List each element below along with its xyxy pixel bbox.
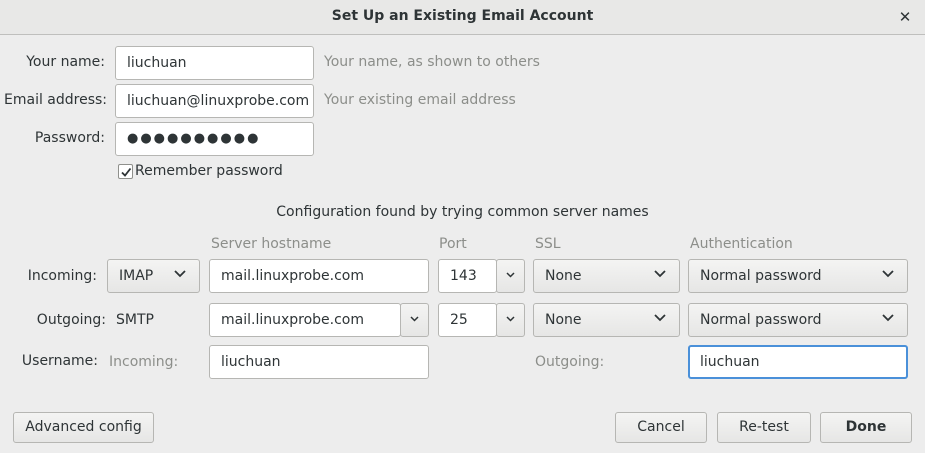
outgoing-hostname-dropdown-button[interactable] (400, 303, 429, 337)
checkmark-icon (121, 167, 132, 177)
chevron-down-icon (882, 304, 898, 336)
close-icon[interactable]: ✕ (895, 6, 915, 28)
cancel-button[interactable]: Cancel (615, 412, 707, 443)
password-field[interactable]: ●●●●●●●●●● (115, 122, 314, 156)
outgoing-ssl-select[interactable]: None (533, 303, 680, 337)
chevron-down-icon (174, 260, 190, 292)
retest-button[interactable]: Re-test (717, 412, 811, 443)
chevron-down-icon (654, 304, 670, 336)
incoming-ssl-value: None (545, 268, 582, 284)
chevron-down-icon (654, 260, 670, 292)
advanced-config-button[interactable]: Advanced config (13, 412, 154, 443)
title-bar: Set Up an Existing Email Account ✕ (0, 0, 925, 35)
email-field[interactable]: liuchuan@linuxprobe.com (115, 84, 314, 118)
incoming-port-field[interactable]: 143 (438, 259, 497, 293)
email-label: Email address: (4, 92, 108, 108)
outgoing-label: Outgoing: (36, 312, 106, 328)
your-name-hint: Your name, as shown to others (324, 54, 540, 70)
config-status-text: Configuration found by trying common ser… (276, 204, 649, 220)
incoming-hostname-field[interactable]: mail.linuxprobe.com (209, 259, 429, 293)
window-title: Set Up an Existing Email Account (331, 8, 594, 24)
done-button[interactable]: Done (820, 412, 912, 443)
outgoing-username-field[interactable]: liuchuan (688, 345, 908, 379)
chevron-down-icon (882, 260, 898, 292)
incoming-auth-value: Normal password (700, 268, 822, 284)
incoming-ssl-select[interactable]: None (533, 259, 680, 293)
outgoing-hostname-field[interactable]: mail.linuxprobe.com (209, 303, 401, 337)
username-incoming-label: Incoming: (109, 354, 179, 370)
incoming-username-field[interactable]: liuchuan (209, 345, 429, 379)
incoming-auth-select[interactable]: Normal password (688, 259, 908, 293)
outgoing-auth-value: Normal password (700, 312, 822, 328)
remember-password-label[interactable]: Remember password (135, 162, 283, 180)
column-header-port: Port (439, 236, 467, 252)
column-header-authentication: Authentication (690, 236, 793, 252)
username-outgoing-label: Outgoing: (535, 354, 605, 370)
outgoing-protocol: SMTP (116, 312, 154, 328)
chevron-down-icon (410, 316, 419, 322)
password-label: Password: (34, 130, 105, 146)
outgoing-port-field[interactable]: 25 (438, 303, 497, 337)
column-header-ssl: SSL (535, 236, 561, 252)
your-name-label: Your name: (26, 54, 105, 70)
email-hint: Your existing email address (324, 92, 516, 108)
your-name-field[interactable]: liuchuan (115, 46, 314, 80)
incoming-protocol-value: IMAP (119, 268, 154, 284)
outgoing-auth-select[interactable]: Normal password (688, 303, 908, 337)
username-label: Username: (21, 353, 98, 369)
incoming-label: Incoming: (27, 268, 97, 284)
column-header-hostname: Server hostname (211, 236, 332, 252)
outgoing-ssl-value: None (545, 312, 582, 328)
outgoing-port-dropdown-button[interactable] (496, 303, 525, 337)
remember-password-checkbox[interactable] (118, 164, 133, 179)
incoming-protocol-select[interactable]: IMAP (107, 259, 200, 293)
incoming-port-dropdown-button[interactable] (496, 259, 525, 293)
chevron-down-icon (506, 316, 515, 322)
chevron-down-icon (506, 272, 515, 278)
